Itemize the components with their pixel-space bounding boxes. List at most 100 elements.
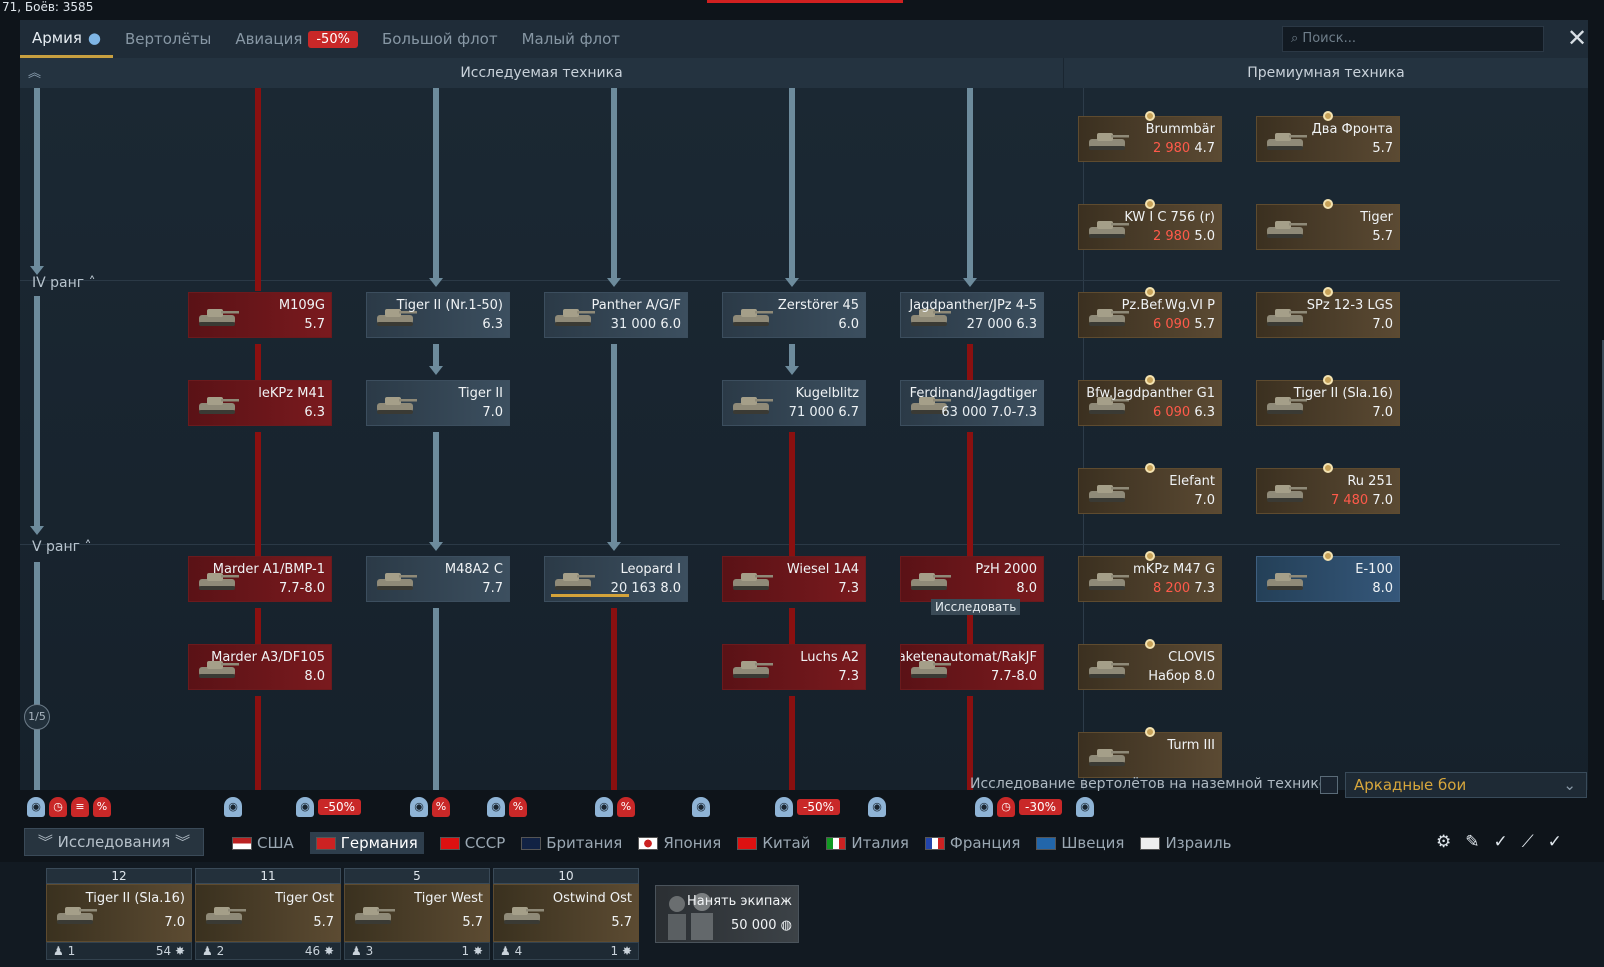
tree-line — [789, 432, 795, 556]
premium-vehicle-card[interactable]: CLOVIS Набор 8.0 — [1078, 644, 1222, 690]
tank-icon — [202, 901, 248, 931]
crew-slot[interactable]: 11 Tiger Ost 5.7 ♟ 2 46 ✸ — [195, 868, 341, 964]
crew-slot[interactable]: 12 Tiger II (Sla.16) 7.0 ♟ 1 54 ✸ — [46, 868, 192, 964]
tab-bluewater-fleet[interactable]: Большой флот — [370, 20, 510, 58]
france-flag-icon — [924, 836, 945, 850]
vehicle-info: 6 090 6.3 — [1153, 405, 1215, 420]
tree-line — [789, 696, 795, 790]
vehicle-card[interactable]: Kugelblitz 71 000 6.7 — [722, 380, 866, 426]
premium-vehicle-card[interactable]: Turm III — [1078, 732, 1222, 778]
rank-v-label[interactable]: V ранг ˄ — [32, 539, 91, 555]
nation-tab-sweden[interactable]: Швеция — [1036, 832, 1124, 854]
battle-rating: 7.0-7.3 — [990, 405, 1037, 420]
tab-army[interactable]: Армия ● — [20, 20, 113, 58]
tab-coastal-fleet[interactable]: Малый флот — [510, 20, 632, 58]
tank-icon — [1263, 215, 1309, 241]
tab-helicopters[interactable]: Вертолёты — [113, 20, 223, 58]
vehicle-card[interactable]: Leopard I 20 163 8.0 — [544, 556, 688, 602]
crew-slot[interactable]: 5 Tiger West 5.7 ♟ 3 1 ✸ — [344, 868, 490, 964]
nation-tab-britain[interactable]: Британия — [521, 832, 622, 854]
premium-vehicle-card[interactable]: Bfw.Jagdpanther G1 6 090 6.3 — [1078, 380, 1222, 426]
percent-icon: % — [432, 797, 450, 817]
premium-vehicle-card[interactable]: Tiger 5.7 — [1256, 204, 1400, 250]
tank-icon — [373, 391, 419, 417]
tank-icon — [551, 567, 597, 593]
premium-vehicle-card[interactable]: mKPz M47 G 8 200 7.3 — [1078, 556, 1222, 602]
slot-vehicle[interactable]: Tiger West 5.7 — [344, 884, 490, 942]
vehicle-card[interactable]: Raketenautomat/RakJF 7.7-8.0 — [900, 644, 1044, 690]
research-tooltip[interactable]: Исследовать — [931, 599, 1021, 615]
vehicle-info: 6.0 — [838, 317, 859, 332]
vehicle-card[interactable]: Panther A/G/F 31 000 6.0 — [544, 292, 688, 338]
vehicle-card[interactable]: Ferdinand/Jagdtiger 63 000 7.0-7.3 — [900, 380, 1044, 426]
tree-line — [34, 562, 40, 790]
rank-iv-label[interactable]: IV ранг ˄ — [32, 275, 96, 291]
check-icon[interactable]: ✓ — [1494, 832, 1522, 852]
premium-vehicle-card[interactable]: KW I C 756 (r) 2 980 5.0 — [1078, 204, 1222, 250]
slot-vehicle[interactable]: Tiger Ost 5.7 — [195, 884, 341, 942]
vehicle-card[interactable]: Marder A3/DF105 8.0 — [188, 644, 332, 690]
check-icon[interactable]: ✓ — [1548, 832, 1576, 852]
nation-tab-israel[interactable]: Израиль — [1140, 832, 1232, 854]
vehicle-card[interactable]: Zerstörer 45 6.0 — [722, 292, 866, 338]
nation-tab-usa[interactable]: США — [232, 832, 294, 854]
vehicle-card[interactable]: PzH 2000 8.0 — [900, 556, 1044, 602]
vehicle-card[interactable]: Wiesel 1A4 7.3 — [722, 556, 866, 602]
nation-tab-germany[interactable]: Германия — [309, 832, 424, 854]
slot-vehicle[interactable]: Ostwind Ost 5.7 — [493, 884, 639, 942]
collapse-up-icon[interactable]: ︽ — [28, 62, 41, 81]
vehicle-card[interactable]: Luchs A2 7.3 — [722, 644, 866, 690]
vehicle-card[interactable]: Tiger II 7.0 — [366, 380, 510, 426]
premium-vehicle-card[interactable]: Brummbär 2 980 4.7 — [1078, 116, 1222, 162]
nation-tab-ussr[interactable]: СССР — [439, 832, 505, 854]
bulb-icon: ◉ — [775, 797, 793, 817]
gear-icon[interactable]: ⚙ — [1436, 832, 1465, 852]
vehicle-card[interactable]: M48A2 C 7.7 — [366, 556, 510, 602]
premium-vehicle-card[interactable]: Elefant 7.0 — [1078, 468, 1222, 514]
vehicle-name: Tiger Ost — [275, 891, 334, 906]
vehicle-card[interactable]: leKPz M41 6.3 — [188, 380, 332, 426]
arrow-down-icon — [607, 542, 621, 551]
percent-icon: % — [93, 797, 111, 817]
premium-vehicle-card[interactable]: Tiger II (Sla.16) 7.0 — [1256, 380, 1400, 426]
bulb-icon: ◉ — [487, 797, 505, 817]
repair-all-icon[interactable]: ⟋ — [1522, 832, 1548, 852]
close-icon[interactable]: ✕ — [1565, 26, 1589, 52]
premium-vehicle-card[interactable]: Ru 251 7 480 7.0 — [1256, 468, 1400, 514]
nation-tab-france[interactable]: Франция — [924, 832, 1020, 854]
britain-badges: ◉% — [487, 797, 531, 817]
vehicle-card[interactable]: Jagdpanther/JPz 4-5 27 000 6.3 — [900, 292, 1044, 338]
heli-research-checkbox[interactable] — [1320, 776, 1338, 794]
premium-vehicle-card[interactable]: SPz 12-3 LGS 7.0 — [1256, 292, 1400, 338]
vehicle-name: Tiger II (Sla.16) — [1293, 386, 1393, 401]
nation-tab-japan[interactable]: Япония — [638, 832, 721, 854]
tree-line — [789, 88, 795, 280]
vehicle-card[interactable]: Tiger II (Nr.1-50) 6.3 — [366, 292, 510, 338]
game-mode-select[interactable]: Аркадные бои ⌄ — [1345, 772, 1587, 798]
arrow-down-icon — [30, 526, 44, 535]
nation-tabs: США Германия СССР Британия Япония Китай … — [232, 832, 1248, 854]
vehicle-name: Tiger II (Nr.1-50) — [396, 298, 503, 313]
vehicle-card[interactable]: Marder A1/BMP-1 7.7-8.0 — [188, 556, 332, 602]
premium-vehicle-card[interactable]: Pz.Bef.Wg.VI P 6 090 5.7 — [1078, 292, 1222, 338]
nation-tab-italy[interactable]: Италия — [826, 832, 909, 854]
research-progress-bar — [551, 594, 629, 597]
slot-vehicle[interactable]: Tiger II (Sla.16) 7.0 — [46, 884, 192, 942]
research-button[interactable]: ︾ Исследования ︾ — [24, 828, 204, 856]
tree-line — [255, 88, 261, 291]
battle-stats-text: 71, Боёв: 3585 — [2, 0, 94, 14]
vehicle-card[interactable]: M109G 5.7 — [188, 292, 332, 338]
toolbar-icons: ⚙✎✓⟋✓ — [1436, 832, 1576, 852]
crew-number: ♟ 1 — [53, 944, 76, 958]
nation-tab-china[interactable]: Китай — [737, 832, 810, 854]
wrench-icon[interactable]: ✎ — [1465, 832, 1493, 852]
premium-vehicle-card[interactable]: Два Фронта 5.7 — [1256, 116, 1400, 162]
tab-aviation[interactable]: Авиация -50% — [223, 20, 370, 58]
search-input[interactable]: ⌕ Поиск... — [1282, 26, 1544, 52]
vehicle-info: 27 000 6.3 — [967, 317, 1037, 332]
heli-research-label: Исследование вертолётов на наземной техн… — [970, 776, 1328, 792]
vehicle-name: Kugelblitz — [795, 386, 859, 401]
hire-crew-button[interactable]: Нанять экипаж 50 000 ◍ — [655, 885, 799, 943]
premium-vehicle-card[interactable]: E-100 8.0 — [1256, 556, 1400, 602]
crew-slot[interactable]: 10 Ostwind Ost 5.7 ♟ 4 1 ✸ — [493, 868, 639, 964]
